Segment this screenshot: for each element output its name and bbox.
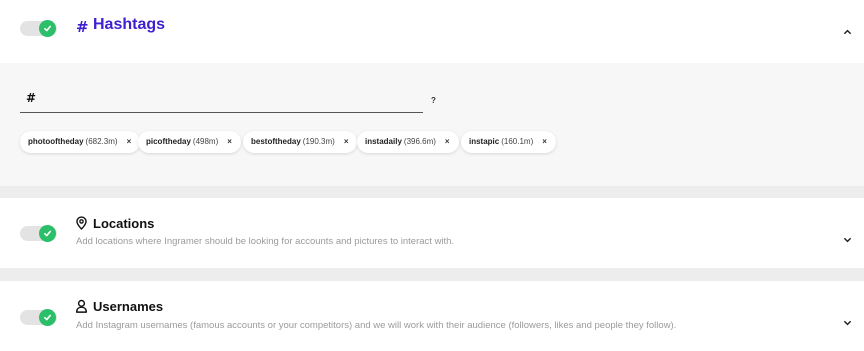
check-icon — [43, 230, 52, 237]
chip-count: (396.6m) — [403, 137, 436, 146]
chevron-down-icon[interactable] — [843, 313, 852, 331]
check-icon — [43, 314, 52, 321]
remove-chip-icon[interactable]: × — [127, 131, 132, 153]
hashtags-body — [0, 63, 864, 186]
hashtags-panel: # Hashtags # ? photooftheday (682.3m) × … — [0, 0, 864, 186]
hashtag-icon: # — [76, 18, 89, 36]
locations-description: Add locations where Ingramer should be l… — [76, 236, 455, 247]
locations-title: Locations — [93, 216, 155, 231]
toggle-knob — [39, 225, 56, 242]
hashtag-chip: instadaily (396.6m) × — [357, 131, 459, 153]
remove-chip-icon[interactable]: × — [227, 131, 232, 153]
remove-chip-icon[interactable]: × — [344, 131, 349, 153]
location-pin-icon — [76, 216, 87, 230]
toggle-knob — [39, 20, 56, 37]
chip-tag: photooftheday — [28, 137, 84, 146]
hashtag-chip: photooftheday (682.3m) × — [20, 131, 141, 153]
chevron-down-icon[interactable] — [843, 230, 852, 248]
usernames-panel[interactable]: Usernames Add Instagram usernames (famou… — [0, 281, 864, 351]
hashtag-input[interactable] — [42, 90, 412, 112]
check-icon — [43, 25, 52, 32]
chip-tag: instadaily — [365, 137, 402, 146]
hashtags-title: Hashtags — [93, 16, 166, 33]
usernames-toggle[interactable] — [20, 309, 57, 326]
hashtags-header[interactable]: # Hashtags — [0, 0, 864, 63]
chip-count: (160.1m) — [501, 137, 534, 146]
remove-chip-icon[interactable]: × — [542, 131, 547, 153]
locations-panel[interactable]: Locations Add locations where Ingramer s… — [0, 198, 864, 268]
usernames-title: Usernames — [93, 299, 164, 314]
chip-count: (682.3m) — [85, 137, 118, 146]
locations-toggle[interactable] — [20, 225, 57, 242]
hashtag-prefix-icon: # — [26, 91, 37, 105]
user-icon — [75, 299, 88, 313]
chip-tag: instapic — [469, 137, 500, 146]
hashtag-chip: bestoftheday (190.3m) × — [243, 131, 358, 153]
hashtag-chip: picoftheday (498m) × — [138, 131, 241, 153]
chip-tag: bestoftheday — [251, 137, 301, 146]
toggle-knob — [39, 309, 56, 326]
help-icon[interactable]: ? — [431, 96, 436, 105]
hashtags-toggle[interactable] — [20, 20, 57, 37]
remove-chip-icon[interactable]: × — [445, 131, 450, 153]
hashtag-input-field[interactable]: # — [20, 90, 423, 113]
chip-count: (498m) — [192, 137, 219, 146]
chip-tag: picoftheday — [146, 137, 191, 146]
usernames-description: Add Instagram usernames (famous accounts… — [76, 320, 677, 331]
chip-count: (190.3m) — [302, 137, 335, 146]
hashtag-chip: instapic (160.1m) × — [461, 131, 556, 153]
chevron-up-icon[interactable] — [843, 22, 852, 40]
